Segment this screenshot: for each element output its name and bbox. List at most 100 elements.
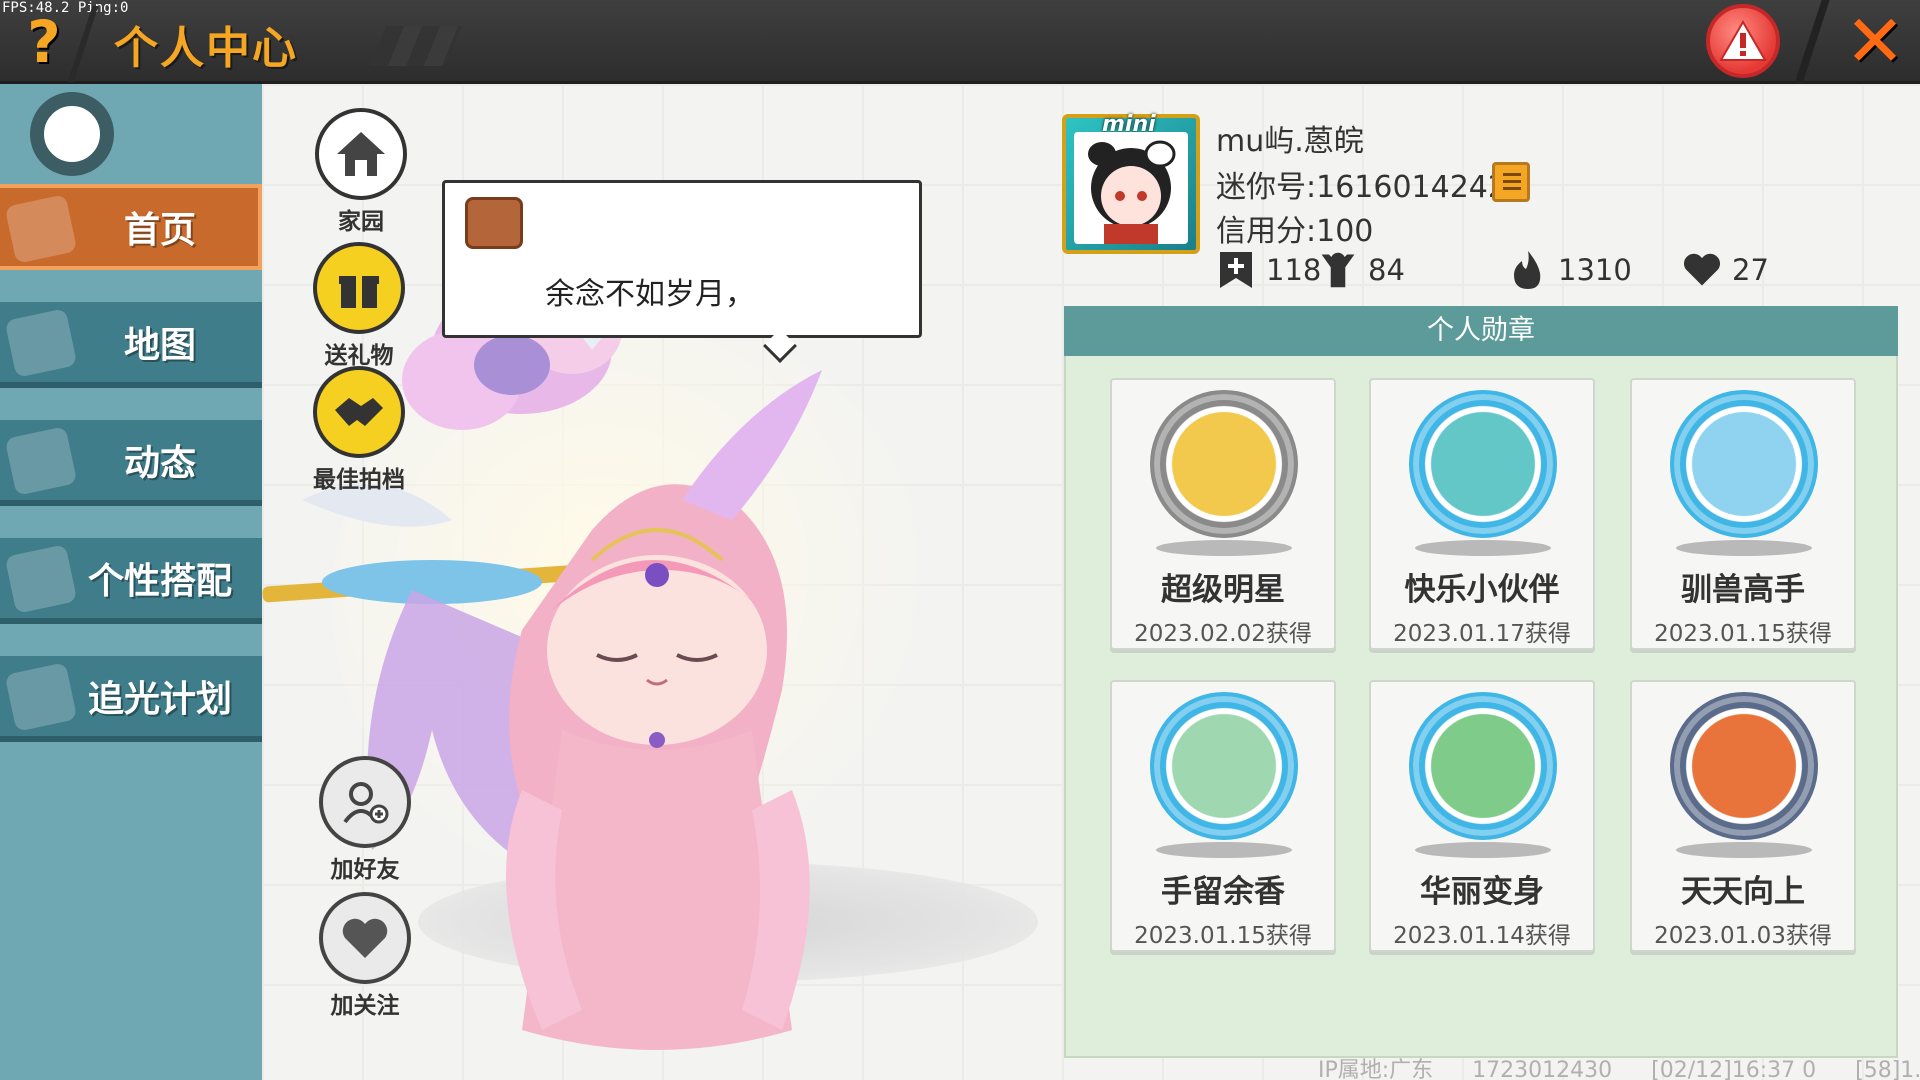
badge-name: 天天向上 [1681,874,1805,910]
badge-name: 驯兽高手 [1681,572,1805,608]
help-button[interactable]: ? [14,8,74,76]
add-friend-label: 加好友 [330,857,400,883]
question-mark-icon: ? [27,8,61,76]
badge-panel-title: 个人勋章 [1064,306,1898,356]
divider [1794,0,1830,84]
handshake-icon [313,366,405,458]
partner-label: 最佳拍档 [313,467,405,493]
badge-card[interactable]: 天天向上 2023.01.03获得 [1630,680,1856,952]
badge-medal-icon [1150,692,1298,840]
bell-icon [4,426,78,496]
close-button[interactable]: ✕ [1840,5,1910,77]
sidebar-item-map[interactable]: 地图 [0,302,262,388]
badge-date: 2023.01.17获得 [1393,621,1571,647]
top-bar: FPS:48.2 Ping:0 ? 个人中心 ✕ [0,0,1920,84]
stat-value: 84 [1368,253,1405,287]
add-friend-button[interactable]: 加好友 [310,756,420,884]
signature-text: 余念不如岁月， [545,277,755,312]
copy-id-button[interactable] [1492,162,1530,202]
sidebar-item-label: 首页 [123,210,196,251]
sidebar-item-label: 地图 [123,325,196,366]
toggle-indicator[interactable] [30,92,114,176]
badge-shadow [1676,842,1812,858]
badge-date: 2023.01.15获得 [1654,621,1832,647]
nickname: mu屿.蒽皖 [1216,124,1364,159]
stat-value: 118 [1266,253,1322,287]
profile-avatar-frame[interactable]: mini [1062,112,1200,254]
sidebar-item-home[interactable]: 首页 [0,184,262,270]
badge-name: 超级明星 [1161,572,1285,608]
sidebar-item-label: 动态 [123,443,196,484]
badge-card[interactable]: 超级明星 2023.02.02获得 [1110,378,1336,650]
badge-card[interactable]: 快乐小伙伴 2023.01.17获得 [1369,378,1595,650]
badge-card[interactable]: 手留余香 2023.01.15获得 [1110,680,1336,952]
badge-shadow [1415,540,1551,556]
badge-name: 华丽变身 [1420,874,1544,910]
profile-avatar [1074,132,1188,244]
flame-icon [1508,250,1548,290]
warning-icon [1719,20,1767,61]
bookmark-plus-icon [1216,250,1256,290]
badge-shadow [1156,540,1292,556]
debug-footer: IP属地:广东 1723012430 [02/12]16:37 0 [58]1.… [1318,1052,1920,1080]
stat-popularity: 1310 [1508,250,1632,290]
badge-medal-icon [1409,692,1557,840]
badge-date: 2023.01.15获得 [1134,923,1312,949]
badge-card[interactable]: 驯兽高手 2023.01.15获得 [1630,378,1856,650]
timestamp-text: [02/12]16:37 0 [1651,1058,1817,1080]
sidebar-item-mission[interactable]: 追光计划 [0,656,262,742]
signature-bubble: 余念不如岁月， [442,180,922,338]
ip-location: IP属地:广东 [1318,1058,1434,1080]
map-icon [4,308,78,378]
mission-icon [4,662,78,732]
badge-date: 2023.02.02获得 [1134,621,1312,647]
house-icon [315,108,407,200]
home-button[interactable]: 家园 [306,108,416,236]
badge-date: 2023.01.03获得 [1654,923,1832,949]
house-icon [4,194,78,264]
gift-icon [313,242,405,334]
stat-collections: 118 [1216,250,1321,290]
heart-icon [319,892,411,984]
badge-medal-icon [1409,390,1557,538]
close-icon: ✕ [1844,0,1906,83]
badge-shadow [1156,842,1292,858]
stat-value: 27 [1732,253,1769,287]
sidebar-item-feed[interactable]: 动态 [0,420,262,506]
stat-likes: 27 [1682,250,1769,290]
best-partner-button[interactable]: 最佳拍档 [304,366,414,494]
badge-medal-icon [1670,390,1818,538]
follow-button[interactable]: 加关注 [310,892,420,1020]
badge-medal-icon [1670,692,1818,840]
add-user-icon [319,756,411,848]
heart-icon [1682,250,1722,290]
badge-medal-icon [1150,390,1298,538]
badge-shadow [1676,540,1812,556]
uid-text: 1723012430 [1472,1058,1613,1080]
outfit-icon [4,544,78,614]
version-text: [58]1.23.5 [1855,1058,1920,1080]
decorative-pattern [369,26,463,66]
sidebar-item-label: 追光计划 [87,679,232,720]
report-button[interactable] [1706,4,1780,78]
badge-date: 2023.01.14获得 [1393,923,1571,949]
copy-icon [1503,173,1521,190]
follow-label: 加关注 [330,993,400,1019]
credit-score: 信用分:100 [1216,214,1374,249]
chat-avatar-icon [465,197,523,249]
page-title: 个人中心 [114,23,298,74]
stat-value: 1310 [1558,253,1632,287]
send-gift-button[interactable]: 送礼物 [304,242,414,370]
sidebar-item-label: 个性搭配 [87,561,232,602]
badge-card[interactable]: 华丽变身 2023.01.14获得 [1369,680,1595,952]
mini-id: 迷你号:1616014242 [1216,170,1507,205]
fans-icon [1318,250,1358,290]
stat-fans: 84 [1318,250,1405,290]
badge-name: 快乐小伙伴 [1404,572,1560,608]
sidebar: 首页 地图 动态 个性搭配 追光计划 [0,84,262,1080]
sidebar-item-outfit[interactable]: 个性搭配 [0,538,262,624]
badge-shadow [1415,842,1551,858]
badge-name: 手留余香 [1161,874,1285,910]
gift-label: 送礼物 [324,343,394,369]
home-label: 家园 [338,209,384,235]
